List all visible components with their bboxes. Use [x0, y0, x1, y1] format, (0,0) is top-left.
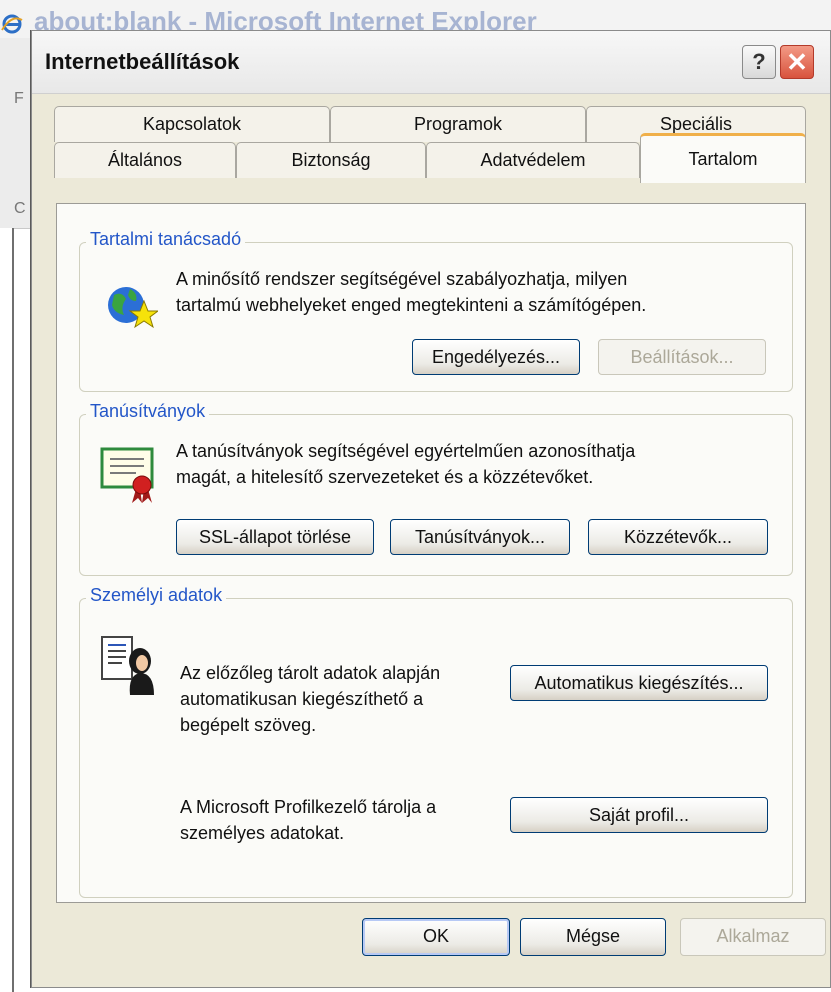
tab-tartalom[interactable]: Tartalom: [640, 133, 806, 183]
group-label-certificates: Tanúsítványok: [86, 401, 210, 422]
autocomplete-text-line2: automatikusan kiegészíthető a: [180, 689, 424, 709]
profile-text-line1: A Microsoft Profilkezelő tárolja a: [180, 797, 437, 817]
certificates-button[interactable]: Tanúsítványok...: [390, 519, 570, 555]
clear-ssl-state-button[interactable]: SSL-állapot törlése: [176, 519, 374, 555]
group-label-personal-info: Személyi adatok: [86, 585, 227, 606]
close-button[interactable]: ✕: [780, 45, 814, 79]
autocomplete-text-line1: Az előzőleg tárolt adatok alapján: [180, 663, 441, 683]
settings-button[interactable]: Beállítások...: [598, 339, 766, 375]
group-certificates: Tanúsítványok A tanúsítványok segítségév…: [79, 401, 793, 576]
ie-icon: [1, 14, 23, 34]
help-button[interactable]: ?: [742, 45, 776, 79]
enable-button[interactable]: Engedélyezés...: [412, 339, 580, 375]
certificates-text-line1: A tanúsítványok segítségével egyértelműe…: [176, 441, 636, 461]
content-advisor-text-line2: tartalmú webhelyeket enged megtekinteni …: [176, 295, 647, 315]
tab-programok[interactable]: Programok: [330, 106, 586, 142]
personal-info-user-document-icon: [101, 636, 154, 695]
background-content-frame: [0, 228, 14, 992]
address-letter: C: [14, 200, 26, 217]
content-advisor-globe-star-icon: [108, 287, 158, 329]
tab-kapcsolatok[interactable]: Kapcsolatok: [54, 106, 330, 142]
group-personal-info: Személyi adatok Az előzőleg tárolt adato…: [79, 585, 793, 898]
dialog-title: Internetbeállítások: [45, 49, 240, 74]
certificates-text-line2: magát, a hitelesítő szervezeteket és a k…: [176, 467, 594, 487]
my-profile-button[interactable]: Saját profil...: [510, 797, 768, 833]
group-label-content-advisor: Tartalmi tanácsadó: [86, 229, 246, 250]
content-advisor-text-line1: A minősítő rendszer segítségével szabály…: [176, 269, 628, 289]
publishers-button[interactable]: Közzétevők...: [588, 519, 768, 555]
tab-adatvedelem[interactable]: Adatvédelem: [426, 142, 640, 178]
apply-button[interactable]: Alkalmaz: [680, 918, 826, 956]
tab-altalanos[interactable]: Általános: [54, 142, 236, 178]
cancel-button[interactable]: Mégse: [520, 918, 666, 956]
tab-biztonsag[interactable]: Biztonság: [236, 142, 426, 178]
dialog-titlebar[interactable]: Internetbeállítások ? ✕: [32, 31, 830, 94]
certificate-icon: [100, 447, 154, 503]
profile-text-line2: személyes adatokat.: [180, 823, 345, 843]
autocomplete-button[interactable]: Automatikus kiegészítés...: [510, 665, 768, 701]
group-content-advisor: Tartalmi tanácsadó A minősítő rendszer s…: [79, 229, 793, 392]
autocomplete-text-line3: begépelt szöveg.: [180, 715, 317, 735]
internet-options-dialog: Internetbeállítások ? ✕ Kapcsolatok Prog…: [31, 30, 831, 988]
close-icon: ✕: [786, 47, 808, 77]
menu-letter: F: [14, 90, 24, 107]
tab-panel-tartalom: Tartalmi tanácsadó A minősítő rendszer s…: [56, 203, 806, 903]
ok-button[interactable]: OK: [362, 918, 510, 956]
